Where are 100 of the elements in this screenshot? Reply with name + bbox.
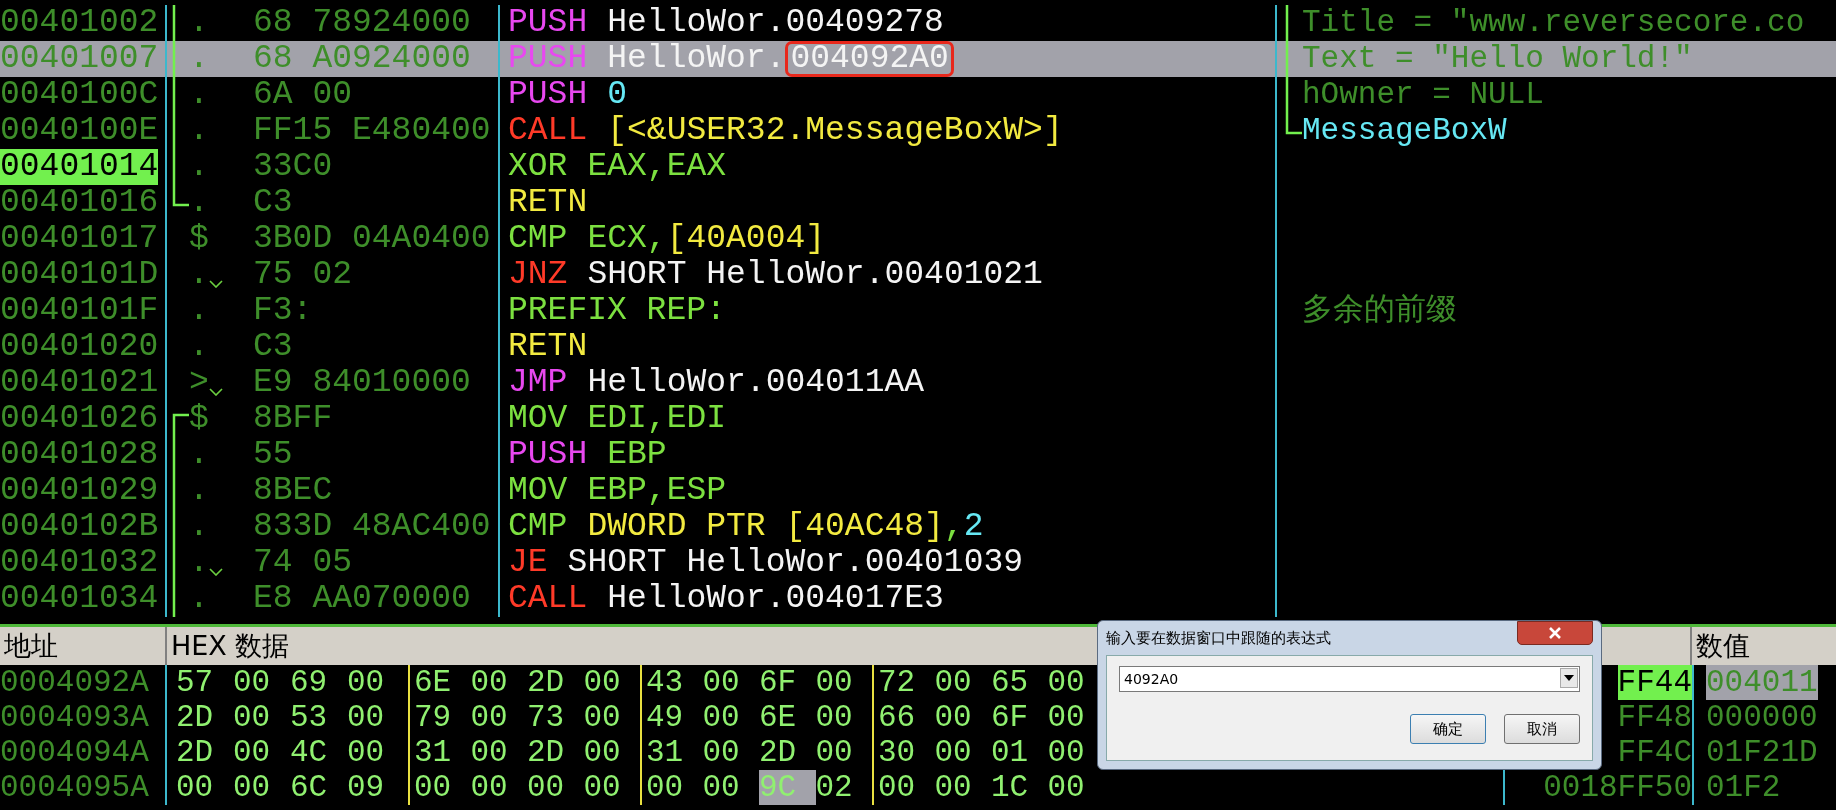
hex-byte: 00 xyxy=(1047,735,1086,770)
code-row[interactable]: 0040102B . 833D 48AC400 CMP DWORD PTR [40AC48],2 xyxy=(0,509,1836,545)
code-row[interactable]: 00401014 . 33C0 XOR EAX,EAX xyxy=(0,149,1836,185)
mnemonic: PUSH xyxy=(508,5,588,41)
hex-bytes: E8 AA070000 xyxy=(253,581,471,617)
mnemonic: JE xyxy=(508,545,548,581)
hex-byte: 00 xyxy=(527,770,566,805)
marker-symbol: . xyxy=(189,329,209,365)
mnemonic: RETN xyxy=(508,329,588,365)
hex-byte: 43 xyxy=(646,665,685,700)
code-row[interactable]: 00401021 > E9 84010000 JMP HelloWor.004011AA xyxy=(0,365,1836,401)
code-row[interactable]: 00401028 . 55 PUSH EBP xyxy=(0,437,1836,473)
hex-byte: 4C xyxy=(290,735,329,770)
hex-byte: 00 xyxy=(815,700,854,735)
code-row[interactable]: 00401034 . E8 AA070000 CALL HelloWor.004017E3 xyxy=(0,581,1836,617)
stack-value: 004011 xyxy=(1706,665,1818,700)
hex-byte: 00 xyxy=(583,735,622,770)
hex-bytes: 75 02 xyxy=(253,257,353,293)
code-row[interactable]: 0040101F . F3: PREFIX REP: 多余的前缀 xyxy=(0,293,1836,329)
operand: HelloWor. xyxy=(607,41,786,77)
code-row[interactable]: 0040100C . 6A 00 PUSH 0 hOwner = NULL xyxy=(0,77,1836,113)
marker-symbol: . xyxy=(189,185,209,221)
marker-symbol: . xyxy=(189,149,209,185)
hex-byte: 00 xyxy=(583,700,622,735)
hex-bytes: FF15 E480400 xyxy=(253,113,491,149)
code-row[interactable]: 00401016 . C3 RETN xyxy=(0,185,1836,221)
hex-byte: 6E xyxy=(759,700,798,735)
dialog-button[interactable]: 取消 xyxy=(1504,714,1580,744)
code-row[interactable]: 00401032 . 74 05 JE SHORT HelloWor.00401039 xyxy=(0,545,1836,581)
close-button[interactable] xyxy=(1517,621,1593,645)
address-text: 0040102B xyxy=(0,509,159,545)
code-row[interactable]: 00401026 $ 8BFF MOV EDI,EDI xyxy=(0,401,1836,437)
hex-byte: 57 xyxy=(176,665,215,700)
expression-field[interactable]: 4092A0 xyxy=(1119,666,1580,692)
code-row[interactable]: 00401029 . 8BEC MOV EBP,ESP xyxy=(0,473,1836,509)
hex-byte: 00 xyxy=(702,770,741,805)
column-header[interactable]: 数值 xyxy=(1692,627,1836,665)
dialog-button[interactable]: 确定 xyxy=(1410,714,1486,744)
hex-byte: 9C xyxy=(759,770,816,805)
stack-address: FF4C xyxy=(1617,735,1692,770)
address-text: 0040100C xyxy=(0,77,159,113)
marker-symbol: . xyxy=(189,257,209,293)
address-text: 00401016 xyxy=(0,185,159,221)
hex-byte: 00 xyxy=(233,700,272,735)
hex-bytes: 55 xyxy=(253,437,293,473)
hex-byte: 72 xyxy=(878,665,917,700)
column-header[interactable]: 地址 xyxy=(0,627,167,665)
hex-byte: 66 xyxy=(878,700,917,735)
address-text: 0004093A xyxy=(0,700,167,735)
code-row[interactable]: 00401020 . C3 RETN xyxy=(0,329,1836,365)
operand: SHORT HelloWor.00401039 xyxy=(567,545,1024,581)
hex-byte: 00 xyxy=(702,700,741,735)
code-row[interactable]: 00401017 $ 3B0D 04A0400 CMP ECX,[40A004] xyxy=(0,221,1836,257)
operand: EDI,EDI xyxy=(587,401,727,437)
dialog-title: 输入要在数据窗口中跟随的表达式 xyxy=(1106,628,1331,648)
marker-symbol: . xyxy=(189,113,209,149)
hex-byte: 00 xyxy=(934,700,973,735)
comment-text: 多余的前缀 xyxy=(1302,293,1457,329)
hex-bytes: 3B0D 04A0400 xyxy=(253,221,491,257)
code-row[interactable]: 0040101D . 75 02 JNZ SHORT HelloWor.00401021 xyxy=(0,257,1836,293)
address-text: 00401020 xyxy=(0,329,159,365)
operand: [40A004] xyxy=(666,221,826,257)
stack-address: FF44 xyxy=(1617,665,1692,700)
hex-byte: 00 xyxy=(347,700,386,735)
close-icon xyxy=(1547,626,1563,640)
operand: 2 xyxy=(963,509,984,545)
hex-byte: 31 xyxy=(414,735,453,770)
hex-byte: 31 xyxy=(646,735,685,770)
dropdown-button[interactable] xyxy=(1560,668,1578,688)
hex-byte: 00 xyxy=(702,735,741,770)
mnemonic: PUSH xyxy=(508,437,588,473)
operand: HelloWor.004017E3 xyxy=(607,581,944,617)
mnemonic: CMP xyxy=(508,221,568,257)
hex-byte: 00 xyxy=(470,770,509,805)
hex-bytes: F3: xyxy=(253,293,313,329)
hex-byte: 00 xyxy=(233,735,272,770)
hex-byte: 00 xyxy=(176,770,215,805)
hex-byte: 00 xyxy=(414,770,453,805)
mnemonic: JNZ xyxy=(508,257,568,293)
hex-byte: 00 xyxy=(470,665,509,700)
hex-byte: 00 xyxy=(470,735,509,770)
marker-symbol: $ xyxy=(189,401,209,437)
marker-symbol: . xyxy=(189,77,209,113)
caret-icon xyxy=(1564,675,1574,681)
marker-symbol: . xyxy=(189,41,209,77)
hex-bytes: 6A 00 xyxy=(253,77,353,113)
stack-value: 01F2 xyxy=(1706,770,1781,805)
hex-byte: 30 xyxy=(878,735,917,770)
marker-symbol: . xyxy=(189,293,209,329)
hex-byte: 02 xyxy=(815,770,854,805)
operand: , xyxy=(943,509,964,545)
hex-bytes: 74 05 xyxy=(253,545,353,581)
comment-text: Text = ″Hello World!″ xyxy=(1302,41,1693,77)
address-text: 0004092A xyxy=(0,665,167,700)
mnemonic: PUSH xyxy=(508,77,588,113)
operand: EBP xyxy=(607,437,667,473)
marker-symbol: . xyxy=(189,545,209,581)
hex-byte: 6C xyxy=(290,770,329,805)
mnemonic: MOV xyxy=(508,473,568,509)
operand: DWORD PTR [40AC48] xyxy=(587,509,944,545)
